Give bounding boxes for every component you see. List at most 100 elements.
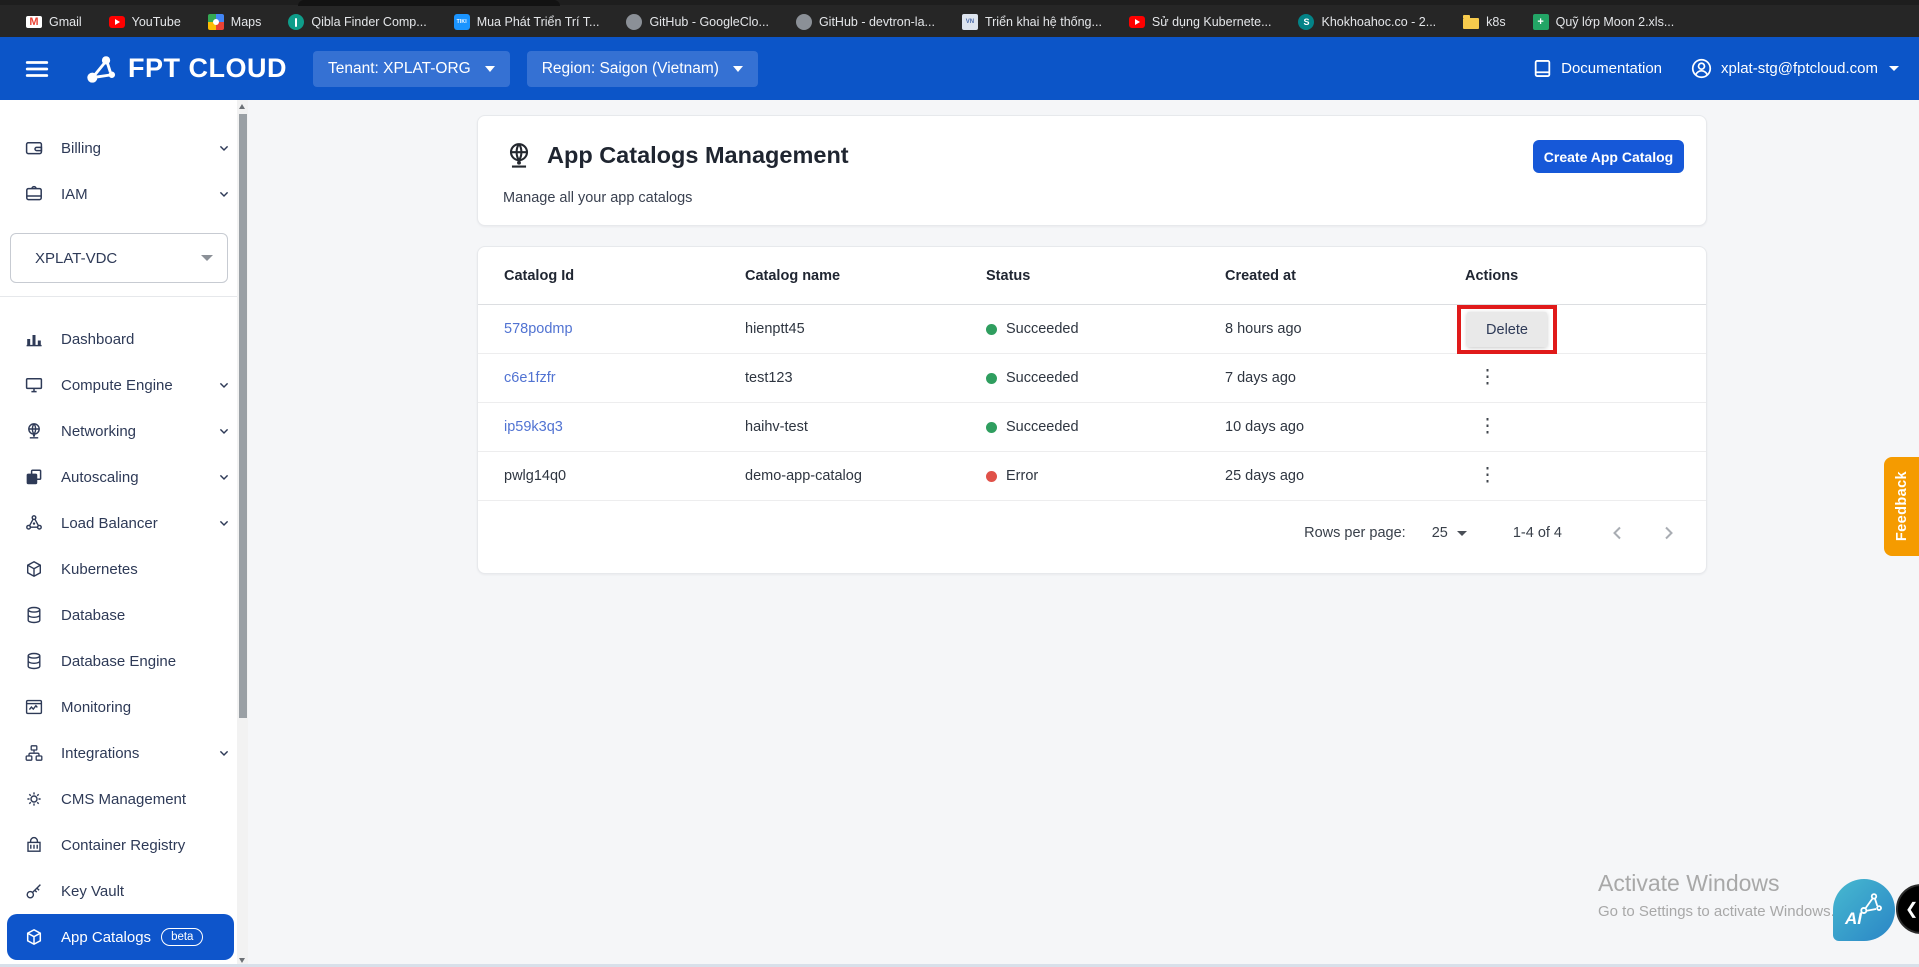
delete-button[interactable]: Delete bbox=[1467, 312, 1547, 347]
ai-chat-bubble[interactable]: AI bbox=[1833, 879, 1895, 941]
hamburger-menu-button[interactable] bbox=[17, 49, 57, 89]
sidebar-item-monitoring[interactable]: Monitoring bbox=[0, 684, 248, 730]
chevron-down-icon bbox=[219, 382, 229, 389]
bookmark-quy-lop-moon[interactable]: + Quỹ lớp Moon 2.xls... bbox=[1532, 14, 1674, 30]
row-actions-menu-button[interactable]: ⋮ bbox=[1478, 368, 1497, 387]
active-tab-hint bbox=[298, 0, 560, 6]
scrollbar-up-arrow[interactable] bbox=[239, 104, 245, 109]
catalog-id-link[interactable]: c6e1fzfr bbox=[504, 370, 556, 386]
monitor-icon bbox=[24, 375, 44, 395]
ai-label: AI bbox=[1845, 909, 1862, 928]
scrollbar-down-arrow[interactable] bbox=[239, 958, 245, 963]
bookmark-label: Gmail bbox=[49, 15, 82, 29]
bookmark-gmail[interactable]: M Gmail bbox=[26, 15, 82, 29]
documentation-link[interactable]: Documentation bbox=[1532, 58, 1662, 79]
activate-windows-subtitle: Go to Settings to activate Windows. bbox=[1598, 903, 1835, 920]
column-header-actions: Actions bbox=[1465, 267, 1519, 284]
sidebar-item-database-engine[interactable]: Database Engine bbox=[0, 638, 248, 684]
sidebar-item-container-registry[interactable]: Container Registry bbox=[0, 822, 248, 868]
bookmark-label: GitHub - devtron-la... bbox=[818, 15, 935, 29]
globe-icon bbox=[503, 140, 535, 172]
tenant-selector[interactable]: Tenant: XPLAT-ORG bbox=[313, 50, 510, 87]
sidebar-item-compute-engine[interactable]: Compute Engine bbox=[0, 362, 248, 408]
status-label: Error bbox=[1006, 468, 1039, 484]
sidebar-item-billing[interactable]: Billing bbox=[0, 125, 248, 171]
sidebar-top-group: Billing IAM bbox=[0, 100, 248, 217]
rows-per-page-value: 25 bbox=[1431, 525, 1448, 541]
sidebar-scrollbar[interactable] bbox=[237, 100, 248, 967]
table-header-row: Catalog Id Catalog name Status Created a… bbox=[478, 247, 1706, 305]
bookmark-trien-khai[interactable]: VN Triển khai hệ thống... bbox=[961, 14, 1102, 30]
database-icon bbox=[24, 605, 44, 625]
page-subtitle: Manage all your app catalogs bbox=[503, 190, 693, 206]
bookmark-su-dung-kubernetes[interactable]: Sử dụng Kubernete... bbox=[1128, 15, 1271, 29]
cube-icon bbox=[24, 559, 44, 579]
bookmark-github-googlecloud[interactable]: GitHub - GoogleClo... bbox=[626, 14, 769, 30]
status-cell: Error bbox=[986, 468, 1038, 484]
key-icon bbox=[24, 881, 44, 901]
created-at: 25 days ago bbox=[1225, 468, 1305, 484]
sidebar: Billing IAM XPLAT-VDC Dashboard Compute … bbox=[0, 100, 248, 967]
status-label: Succeeded bbox=[1006, 419, 1079, 435]
sidebar-item-cms-management[interactable]: CMS Management bbox=[0, 776, 248, 822]
bookmark-github-devtron[interactable]: GitHub - devtron-la... bbox=[795, 14, 935, 30]
bookmark-label: YouTube bbox=[131, 15, 181, 29]
globe-icon bbox=[24, 421, 44, 441]
create-app-catalog-button[interactable]: Create App Catalog bbox=[1533, 140, 1684, 173]
sheets-icon: + bbox=[1532, 14, 1549, 30]
bookmark-tiki[interactable]: TIKI Mua Phát Triển Trí T... bbox=[453, 14, 599, 30]
feedback-tab[interactable]: Feedback bbox=[1884, 457, 1919, 556]
bookmark-youtube[interactable]: YouTube bbox=[108, 15, 181, 29]
sidebar-item-integrations[interactable]: Integrations bbox=[0, 730, 248, 776]
region-selector[interactable]: Region: Saigon (Vietnam) bbox=[526, 50, 758, 87]
page-title: App Catalogs Management bbox=[547, 142, 849, 168]
chevron-down-icon bbox=[219, 428, 229, 435]
sidebar-item-load-balancer[interactable]: Load Balancer bbox=[0, 500, 248, 546]
table-row: c6e1fzfr test123 Succeeded 7 days ago ⋮ bbox=[478, 354, 1706, 403]
sidebar-item-label: Billing bbox=[61, 139, 102, 157]
sidebar-item-iam[interactable]: IAM bbox=[0, 171, 248, 217]
sidebar-item-networking[interactable]: Networking bbox=[0, 408, 248, 454]
sidebar-item-label: Dashboard bbox=[61, 330, 135, 348]
page-header-card: App Catalogs Management Manage all your … bbox=[477, 115, 1707, 226]
pagination-range: 1-4 of 4 bbox=[1512, 525, 1562, 541]
sidebar-item-database[interactable]: Database bbox=[0, 592, 248, 638]
brand-text: FPT CLOUD bbox=[128, 53, 287, 83]
catalog-id-link[interactable]: ip59k3q3 bbox=[504, 419, 563, 435]
table-row: pwlg14q0 demo-app-catalog Error 25 days … bbox=[478, 452, 1706, 501]
bookmark-label: Maps bbox=[230, 15, 262, 29]
sidebar-item-kubernetes[interactable]: Kubernetes bbox=[0, 546, 248, 592]
row-actions-menu-button[interactable]: ⋮ bbox=[1478, 417, 1497, 436]
next-page-button[interactable] bbox=[1656, 521, 1680, 545]
sharepoint-icon: S bbox=[1298, 14, 1315, 30]
scrollbar-thumb[interactable] bbox=[238, 114, 247, 718]
catalog-id-link[interactable]: 578podmp bbox=[504, 321, 573, 337]
sidebar-item-dashboard[interactable]: Dashboard bbox=[0, 316, 248, 362]
bookmark-qibla-finder[interactable]: Qibla Finder Comp... bbox=[288, 14, 427, 30]
row-actions-menu-button[interactable]: ⋮ bbox=[1478, 466, 1497, 485]
sidebar-item-key-vault[interactable]: Key Vault bbox=[0, 868, 248, 914]
rows-per-page-select[interactable]: 25 bbox=[1432, 525, 1467, 541]
sidebar-item-app-catalogs[interactable]: App Catalogs beta bbox=[7, 914, 234, 960]
database-icon bbox=[24, 651, 44, 671]
tiki-icon: TIKI bbox=[453, 14, 470, 30]
bookmark-k8s-folder[interactable]: k8s bbox=[1463, 15, 1506, 29]
sidebar-item-label: Compute Engine bbox=[61, 376, 173, 394]
column-header-catalog-id: Catalog Id bbox=[504, 267, 575, 284]
status-dot bbox=[986, 372, 997, 384]
github-icon bbox=[626, 14, 643, 30]
bookmark-khokhoahoc[interactable]: S Khokhoahoc.co - 2... bbox=[1298, 14, 1436, 30]
sidebar-item-autoscaling[interactable]: Autoscaling bbox=[0, 454, 248, 500]
catalog-id[interactable]: pwlg14q0 bbox=[504, 468, 566, 484]
catalog-name: demo-app-catalog bbox=[745, 468, 862, 484]
previous-page-button[interactable] bbox=[1606, 521, 1630, 545]
account-menu[interactable]: xplat-stg@fptcloud.com bbox=[1690, 57, 1899, 80]
sidebar-item-label: Database Engine bbox=[61, 652, 177, 670]
status-dot bbox=[986, 323, 997, 335]
sidebar-item-label: Load Balancer bbox=[61, 514, 158, 532]
bookmark-maps[interactable]: Maps bbox=[207, 14, 262, 30]
created-at: 7 days ago bbox=[1225, 370, 1296, 386]
chevron-down-icon bbox=[219, 145, 229, 152]
table-row: 578podmp hienptt45 Succeeded 8 hours ago… bbox=[478, 305, 1706, 354]
vdc-selector[interactable]: XPLAT-VDC bbox=[10, 233, 228, 283]
